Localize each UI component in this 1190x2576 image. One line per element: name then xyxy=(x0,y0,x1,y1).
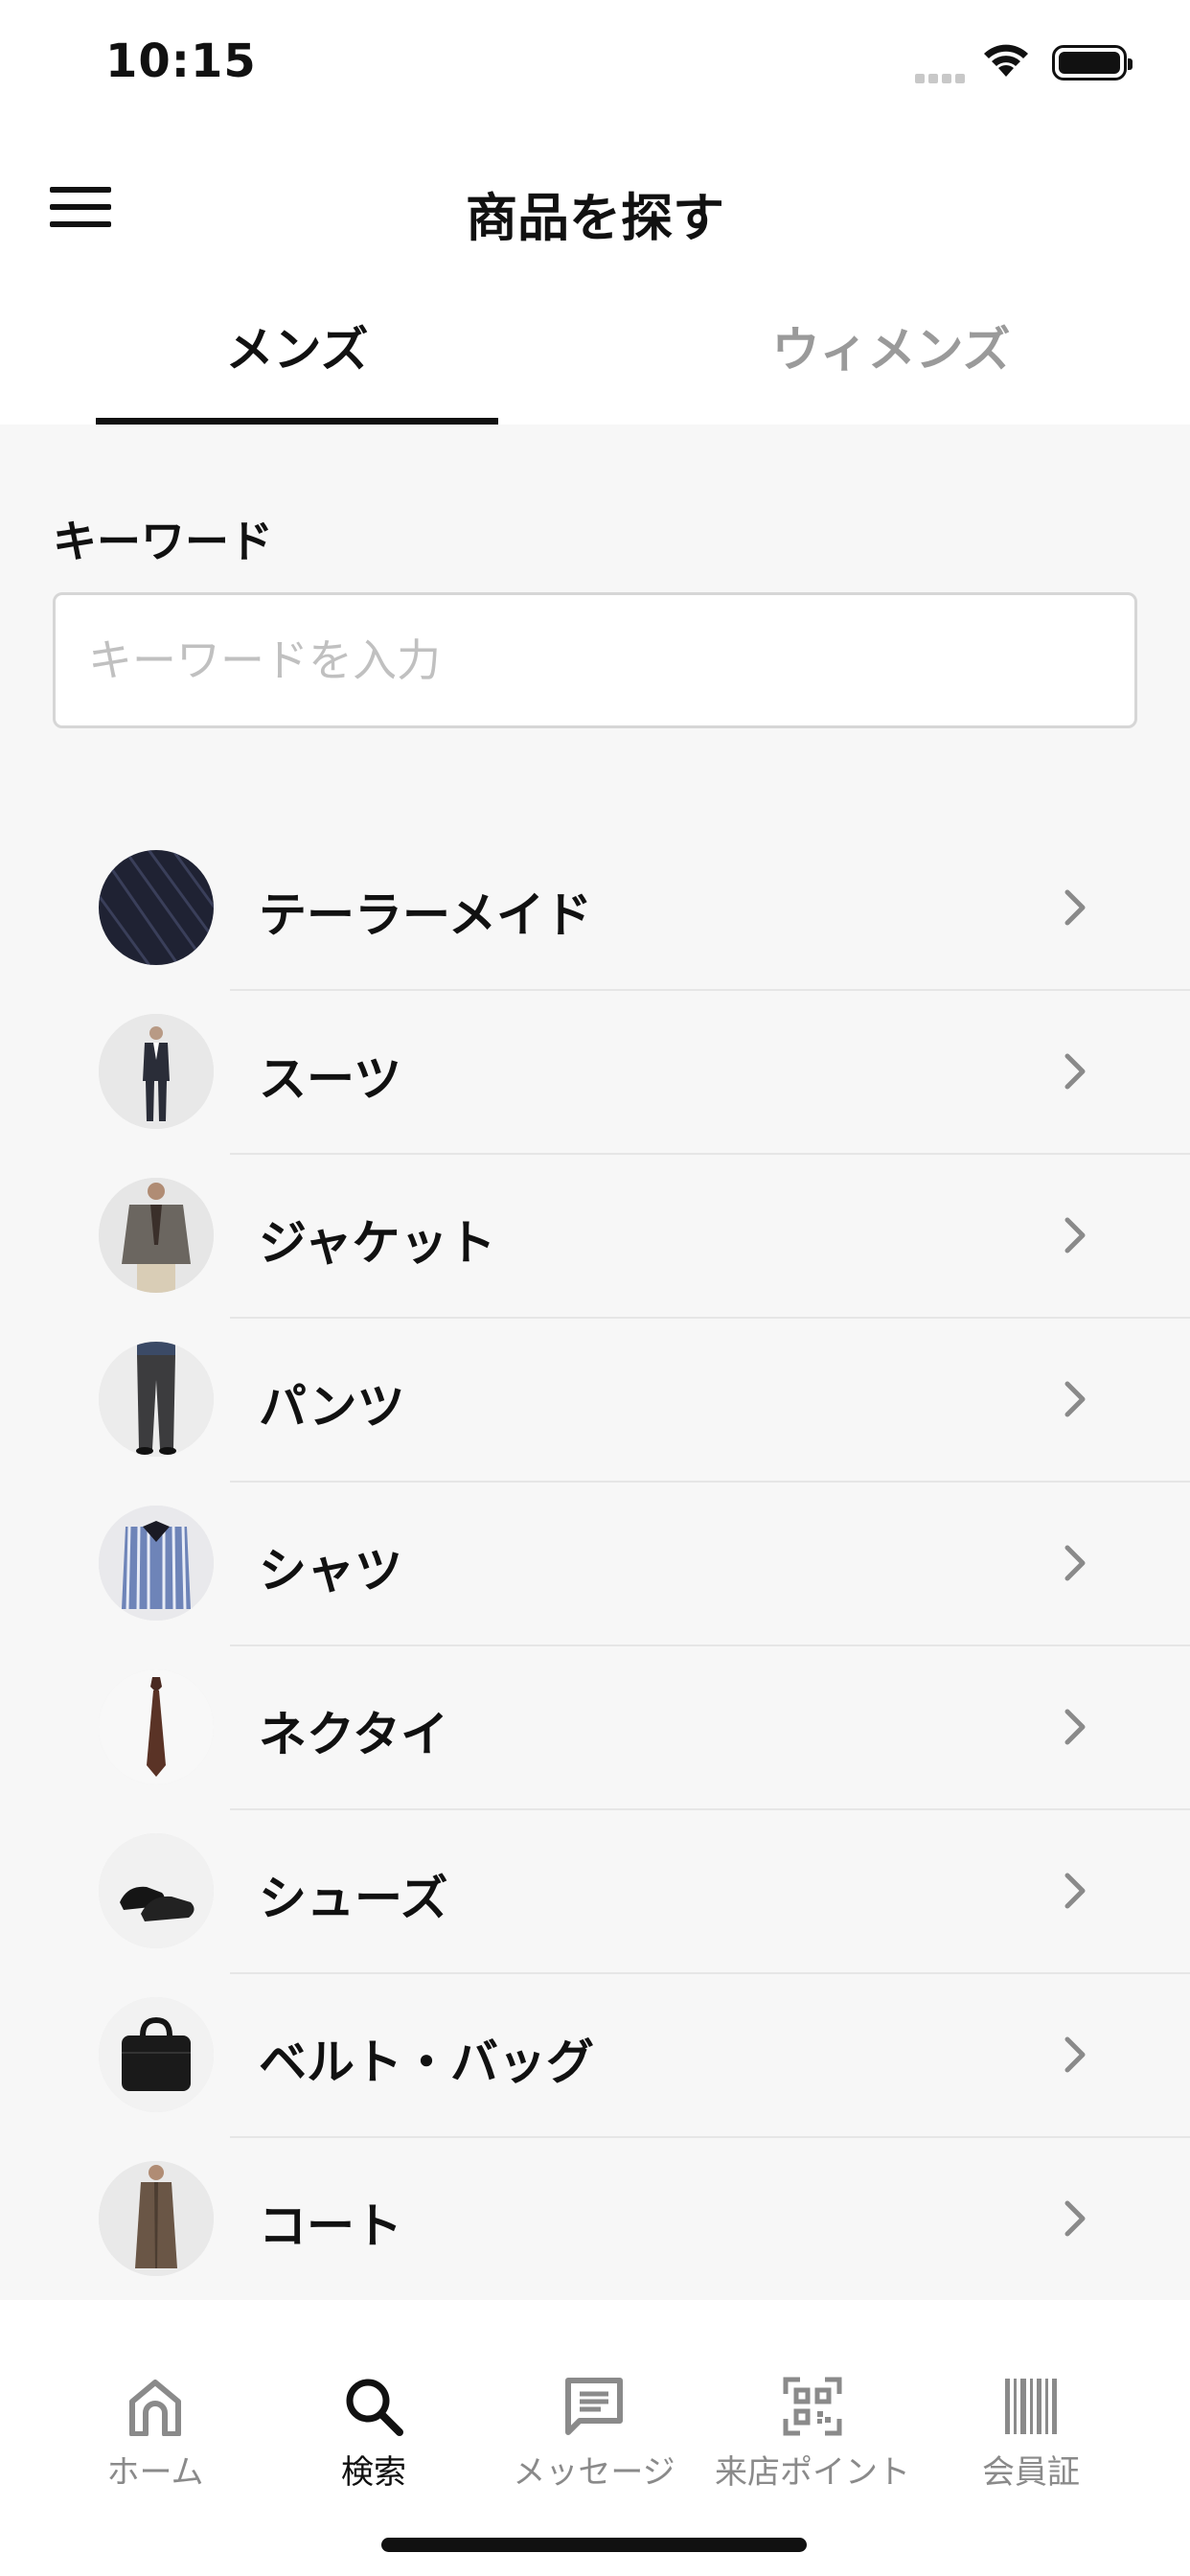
category-item-pants[interactable]: パンツ xyxy=(0,1319,1190,1483)
category-label: コート xyxy=(259,2198,402,2254)
chevron-right-icon xyxy=(1064,1381,1086,1417)
tabbar-home-label: ホーム xyxy=(106,2453,204,2492)
status-bar: 10:15 xyxy=(0,0,1190,129)
tab-womens[interactable]: ウィメンズ xyxy=(690,288,1092,425)
category-item-tailor-made[interactable]: テーラーメイド xyxy=(0,827,1190,991)
bag-thumbnail xyxy=(99,1997,214,2112)
category-item-coats[interactable]: コート xyxy=(0,2138,1190,2302)
chevron-right-icon xyxy=(1064,1217,1086,1254)
chevron-right-icon xyxy=(1064,889,1086,926)
category-label: パンツ xyxy=(259,1379,405,1435)
chevron-right-icon xyxy=(1064,1709,1086,1745)
keyword-input[interactable] xyxy=(53,592,1137,728)
active-tab-indicator xyxy=(96,418,498,425)
category-item-jackets[interactable]: ジャケット xyxy=(0,1155,1190,1319)
cellular-signal-icon xyxy=(915,69,969,87)
tab-mens[interactable]: メンズ xyxy=(96,288,498,425)
search-icon xyxy=(346,2379,403,2436)
shirt-thumbnail xyxy=(99,1506,214,1621)
tabbar-message-label: メッセージ xyxy=(513,2453,675,2492)
fabric-swatch-thumbnail xyxy=(99,850,214,965)
battery-icon xyxy=(1052,45,1133,80)
keyword-label: キーワード xyxy=(53,516,273,567)
category-label: ジャケット xyxy=(259,1215,496,1271)
tabbar-search-label: 検索 xyxy=(341,2453,406,2492)
tabbar-visit-points-label: 来店ポイント xyxy=(715,2453,910,2492)
page-title: 商品を探す xyxy=(466,188,724,248)
category-label: シューズ xyxy=(259,1871,448,1926)
status-time: 10:15 xyxy=(105,34,257,88)
bottom-tab-bar: ホーム 検索 メッセージ 来店ポイント 会員証 xyxy=(0,2300,1190,2576)
chevron-right-icon xyxy=(1064,2036,1086,2073)
shoes-thumbnail xyxy=(99,1833,214,1948)
jacket-thumbnail xyxy=(99,1178,214,1293)
qr-code-icon xyxy=(783,2377,842,2436)
category-label: テーラーメイド xyxy=(259,887,592,943)
message-icon xyxy=(565,2378,623,2435)
gender-tabs: メンズ ウィメンズ xyxy=(0,288,1190,425)
search-content: キーワード テーラーメイド xyxy=(0,425,1190,2302)
home-indicator xyxy=(381,2538,807,2552)
category-label: スーツ xyxy=(259,1051,401,1107)
category-label: ネクタイ xyxy=(259,1707,448,1762)
category-item-shoes[interactable]: シューズ xyxy=(0,1810,1190,1974)
coat-thumbnail xyxy=(99,2161,214,2276)
suit-thumbnail xyxy=(99,1014,214,1129)
category-item-belts-bags[interactable]: ベルト・バッグ xyxy=(0,1974,1190,2138)
chevron-right-icon xyxy=(1064,1053,1086,1090)
category-label: ベルト・バッグ xyxy=(259,2035,594,2090)
chevron-right-icon xyxy=(1064,2200,1086,2237)
category-item-suits[interactable]: スーツ xyxy=(0,991,1190,1155)
chevron-right-icon xyxy=(1064,1873,1086,1909)
category-item-shirts[interactable]: シャツ xyxy=(0,1483,1190,1646)
home-icon xyxy=(129,2380,181,2436)
chevron-right-icon xyxy=(1064,1545,1086,1581)
tabbar-home[interactable]: ホーム xyxy=(50,2377,261,2493)
pants-thumbnail xyxy=(99,1342,214,1457)
tabbar-visit-points[interactable]: 来店ポイント xyxy=(707,2377,918,2493)
category-label: シャツ xyxy=(259,1543,402,1598)
tabbar-message[interactable]: メッセージ xyxy=(489,2377,699,2493)
header: 商品を探す xyxy=(0,129,1190,288)
wifi-icon xyxy=(984,44,1028,77)
tabbar-membership-card[interactable]: 会員証 xyxy=(926,2377,1136,2493)
tabbar-membership-card-label: 会員証 xyxy=(982,2453,1080,2492)
category-list: テーラーメイド スーツ ジャケット パンツ シャツ ネクタイ シューズ ベルト・… xyxy=(0,827,1190,2302)
category-item-neckties[interactable]: ネクタイ xyxy=(0,1646,1190,1810)
tabbar-search[interactable]: 検索 xyxy=(268,2377,479,2493)
barcode-icon xyxy=(1005,2379,1057,2434)
necktie-thumbnail xyxy=(99,1669,214,1784)
